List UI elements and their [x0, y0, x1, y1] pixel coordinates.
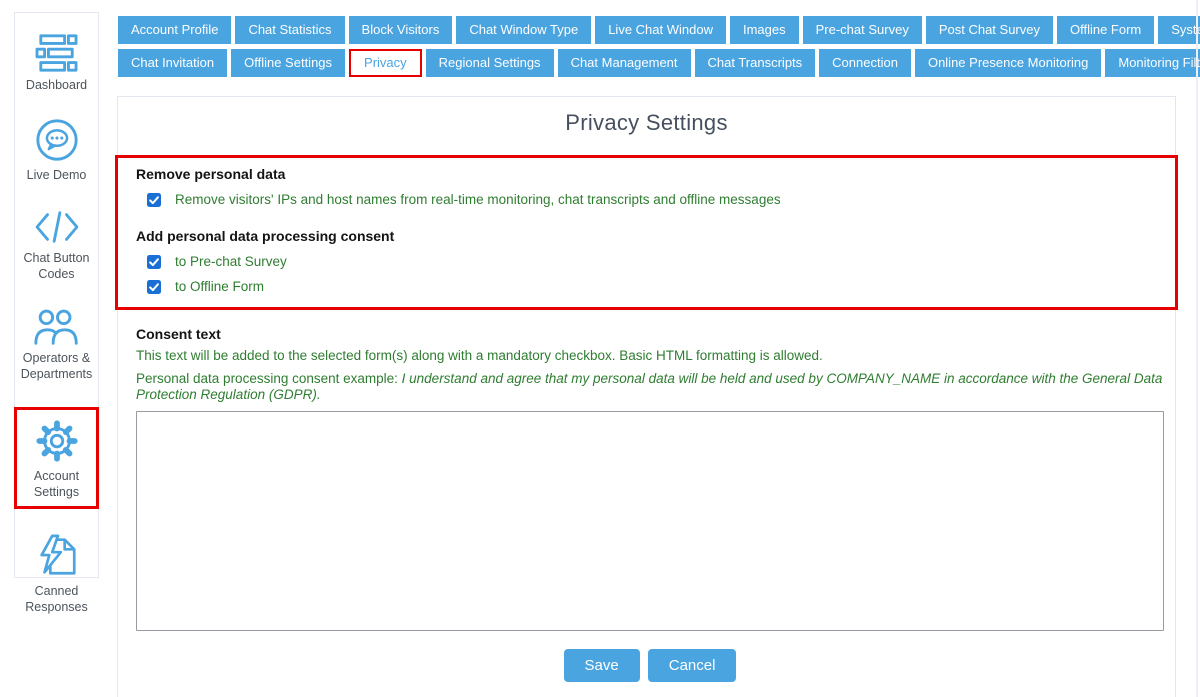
- checkbox-label: Remove visitors' IPs and host names from…: [175, 192, 781, 207]
- consent-example-prefix: Personal data processing consent example…: [136, 371, 402, 386]
- checkbox-row-remove-ips[interactable]: Remove visitors' IPs and host names from…: [147, 192, 1157, 207]
- gear-icon: [34, 418, 80, 464]
- tab-chat-management[interactable]: Chat Management: [558, 49, 691, 77]
- settings-tab-bar: Account Profile Chat Statistics Block Vi…: [118, 16, 1184, 82]
- tab-offline-settings[interactable]: Offline Settings: [231, 49, 345, 77]
- tab-block-visitors[interactable]: Block Visitors: [349, 16, 453, 44]
- lightning-document-icon: [34, 533, 80, 579]
- consent-example: Personal data processing consent example…: [136, 371, 1164, 404]
- tab-images[interactable]: Images: [730, 16, 799, 44]
- sidebar-item-label: Account Settings: [17, 468, 96, 501]
- tab-offline-form[interactable]: Offline Form: [1057, 16, 1154, 44]
- save-button[interactable]: Save: [564, 649, 640, 682]
- consent-description: This text will be added to the selected …: [136, 348, 1164, 365]
- sidebar-item-account-settings[interactable]: Account Settings: [14, 407, 99, 510]
- people-icon: [32, 306, 82, 346]
- page-right-edge-divider: [1196, 0, 1198, 697]
- add-consent-heading: Add personal data processing consent: [136, 228, 1157, 244]
- tab-pre-chat-survey[interactable]: Pre-chat Survey: [803, 16, 922, 44]
- consent-text-input[interactable]: [136, 411, 1164, 631]
- cancel-button[interactable]: Cancel: [648, 649, 737, 682]
- sidebar-item-label: Chat Button Codes: [15, 250, 98, 283]
- sidebar-item-label: Dashboard: [24, 77, 89, 93]
- chat-bubble-icon: [34, 117, 80, 163]
- sidebar-item-operators-departments[interactable]: Operators & Departments: [15, 306, 98, 383]
- checkbox-row-offline-form[interactable]: to Offline Form: [147, 279, 1157, 294]
- sidebar-item-live-demo[interactable]: Live Demo: [15, 117, 98, 183]
- tab-regional-settings[interactable]: Regional Settings: [426, 49, 554, 77]
- checkbox-checked-icon[interactable]: [147, 280, 161, 294]
- checkbox-label: to Offline Form: [175, 279, 264, 294]
- tab-post-chat-survey[interactable]: Post Chat Survey: [926, 16, 1053, 44]
- tab-connection[interactable]: Connection: [819, 49, 911, 77]
- tab-system-messages[interactable]: System Messages: [1158, 16, 1200, 44]
- sidebar: Dashboard Live Demo: [14, 12, 99, 578]
- tab-live-chat-window[interactable]: Live Chat Window: [595, 16, 726, 44]
- sidebar-item-label: Canned Responses: [15, 583, 98, 616]
- remove-personal-data-heading: Remove personal data: [136, 166, 1157, 182]
- sidebar-item-dashboard[interactable]: Dashboard: [15, 33, 98, 93]
- privacy-settings-panel: Privacy Settings Remove personal data Re…: [117, 96, 1176, 697]
- tab-online-presence-monitoring[interactable]: Online Presence Monitoring: [915, 49, 1101, 77]
- tab-row-2: Chat Invitation Offline Settings Privacy…: [118, 49, 1184, 77]
- form-actions: Save Cancel: [136, 649, 1164, 682]
- checkbox-label: to Pre-chat Survey: [175, 254, 287, 269]
- sidebar-item-canned-responses[interactable]: Canned Responses: [15, 533, 98, 616]
- tab-chat-window-type[interactable]: Chat Window Type: [456, 16, 591, 44]
- tab-chat-statistics[interactable]: Chat Statistics: [235, 16, 344, 44]
- code-icon: [34, 208, 80, 246]
- consent-text-section: Consent text This text will be added to …: [118, 310, 1175, 682]
- tab-monitoring-filtering[interactable]: Monitoring Filtering: [1105, 49, 1200, 77]
- consent-text-heading: Consent text: [136, 326, 1164, 342]
- checkbox-row-pre-chat-survey[interactable]: to Pre-chat Survey: [147, 254, 1157, 269]
- highlighted-privacy-options: Remove personal data Remove visitors' IP…: [115, 155, 1178, 310]
- tab-row-1: Account Profile Chat Statistics Block Vi…: [118, 16, 1184, 44]
- checkbox-checked-icon[interactable]: [147, 193, 161, 207]
- dashboard-icon: [34, 33, 80, 73]
- tab-chat-transcripts[interactable]: Chat Transcripts: [695, 49, 816, 77]
- page-title: Privacy Settings: [118, 97, 1175, 136]
- tab-account-profile[interactable]: Account Profile: [118, 16, 231, 44]
- tab-chat-invitation[interactable]: Chat Invitation: [118, 49, 227, 77]
- sidebar-item-chat-button-codes[interactable]: Chat Button Codes: [15, 208, 98, 283]
- sidebar-item-label: Operators & Departments: [15, 350, 98, 383]
- sidebar-item-label: Live Demo: [25, 167, 89, 183]
- tab-privacy[interactable]: Privacy: [349, 49, 422, 77]
- checkbox-checked-icon[interactable]: [147, 255, 161, 269]
